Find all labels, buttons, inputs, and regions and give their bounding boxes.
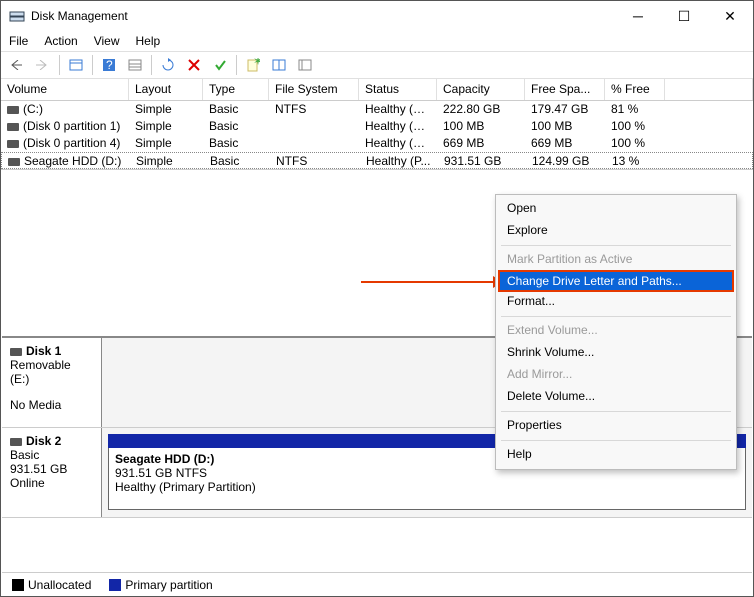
nav-forward-button[interactable] [31, 54, 55, 76]
svg-text:?: ? [106, 58, 113, 72]
ctx-change-drive-letter[interactable]: Change Drive Letter and Paths... [498, 270, 734, 292]
titlebar: Disk Management ─ ☐ ✕ [1, 1, 753, 31]
volume-row[interactable]: (C:) SimpleBasic NTFSHealthy (B... 222.8… [1, 101, 753, 118]
ctx-extend-volume: Extend Volume... [499, 320, 733, 342]
legend-primary-label: Primary partition [125, 578, 212, 592]
menu-action[interactable]: Action [44, 34, 77, 48]
disk-name: Disk 1 [26, 344, 61, 358]
menu-view[interactable]: View [94, 34, 120, 48]
disk-icon [7, 106, 19, 114]
ctx-shrink-volume[interactable]: Shrink Volume... [499, 342, 733, 364]
legend-primary-swatch [109, 579, 121, 591]
menu-help[interactable]: Help [136, 34, 161, 48]
legend-unallocated-label: Unallocated [28, 578, 91, 592]
properties-button[interactable] [123, 54, 147, 76]
ctx-format[interactable]: Format... [499, 291, 733, 313]
volume-row[interactable]: Seagate HDD (D:) SimpleBasic NTFSHealthy… [1, 152, 753, 169]
context-menu: Open Explore Mark Partition as Active Ch… [495, 194, 737, 470]
col-pctfree[interactable]: % Free [605, 79, 665, 100]
ctx-explore[interactable]: Explore [499, 220, 733, 242]
disk-icon [7, 140, 19, 148]
volume-row[interactable]: (Disk 0 partition 4) SimpleBasic Healthy… [1, 135, 753, 152]
disk-icon [10, 348, 22, 356]
new-button[interactable]: ✶ [241, 54, 265, 76]
ctx-properties[interactable]: Properties [499, 415, 733, 437]
disk-name: Disk 2 [26, 434, 61, 448]
col-status[interactable]: Status [359, 79, 437, 100]
volume-row[interactable]: (Disk 0 partition 1) SimpleBasic Healthy… [1, 118, 753, 135]
help-button[interactable]: ? [97, 54, 121, 76]
col-filesystem[interactable]: File System [269, 79, 359, 100]
disk-kind: Basic [10, 448, 93, 462]
annotation-arrow [361, 281, 501, 283]
col-freespace[interactable]: Free Spa... [525, 79, 605, 100]
grid-header: Volume Layout Type File System Status Ca… [1, 79, 753, 101]
col-capacity[interactable]: Capacity [437, 79, 525, 100]
list-button[interactable] [293, 54, 317, 76]
disk-icon [8, 158, 20, 166]
maximize-button[interactable]: ☐ [661, 1, 707, 31]
nav-back-button[interactable] [5, 54, 29, 76]
ctx-open[interactable]: Open [499, 198, 733, 220]
window-title: Disk Management [31, 9, 615, 23]
legend: Unallocated Primary partition [2, 572, 752, 596]
ctx-mark-active: Mark Partition as Active [499, 249, 733, 271]
partition-status: Healthy (Primary Partition) [115, 480, 739, 494]
minimize-button[interactable]: ─ [615, 1, 661, 31]
app-icon [9, 8, 25, 24]
close-button[interactable]: ✕ [707, 1, 753, 31]
svg-text:✶: ✶ [253, 58, 260, 68]
ctx-add-mirror: Add Mirror... [499, 364, 733, 386]
toolbar: ? ✶ [1, 51, 753, 79]
disk-nomedia: No Media [10, 398, 93, 412]
ctx-help[interactable]: Help [499, 444, 733, 466]
disk-icon [7, 123, 19, 131]
ctx-delete-volume[interactable]: Delete Volume... [499, 386, 733, 408]
apply-button[interactable] [208, 54, 232, 76]
disk-size: 931.51 GB [10, 462, 93, 476]
menubar: File Action View Help [1, 31, 753, 51]
col-layout[interactable]: Layout [129, 79, 203, 100]
delete-button[interactable] [182, 54, 206, 76]
show-hide-button[interactable] [64, 54, 88, 76]
settings-button[interactable] [267, 54, 291, 76]
col-volume[interactable]: Volume [1, 79, 129, 100]
legend-unallocated-swatch [12, 579, 24, 591]
disk-icon [10, 438, 22, 446]
refresh-button[interactable] [156, 54, 180, 76]
volume-grid: Volume Layout Type File System Status Ca… [1, 79, 753, 170]
menu-file[interactable]: File [9, 34, 28, 48]
disk-state: Online [10, 476, 93, 490]
col-type[interactable]: Type [203, 79, 269, 100]
disk-removable: Removable (E:) [10, 358, 93, 386]
